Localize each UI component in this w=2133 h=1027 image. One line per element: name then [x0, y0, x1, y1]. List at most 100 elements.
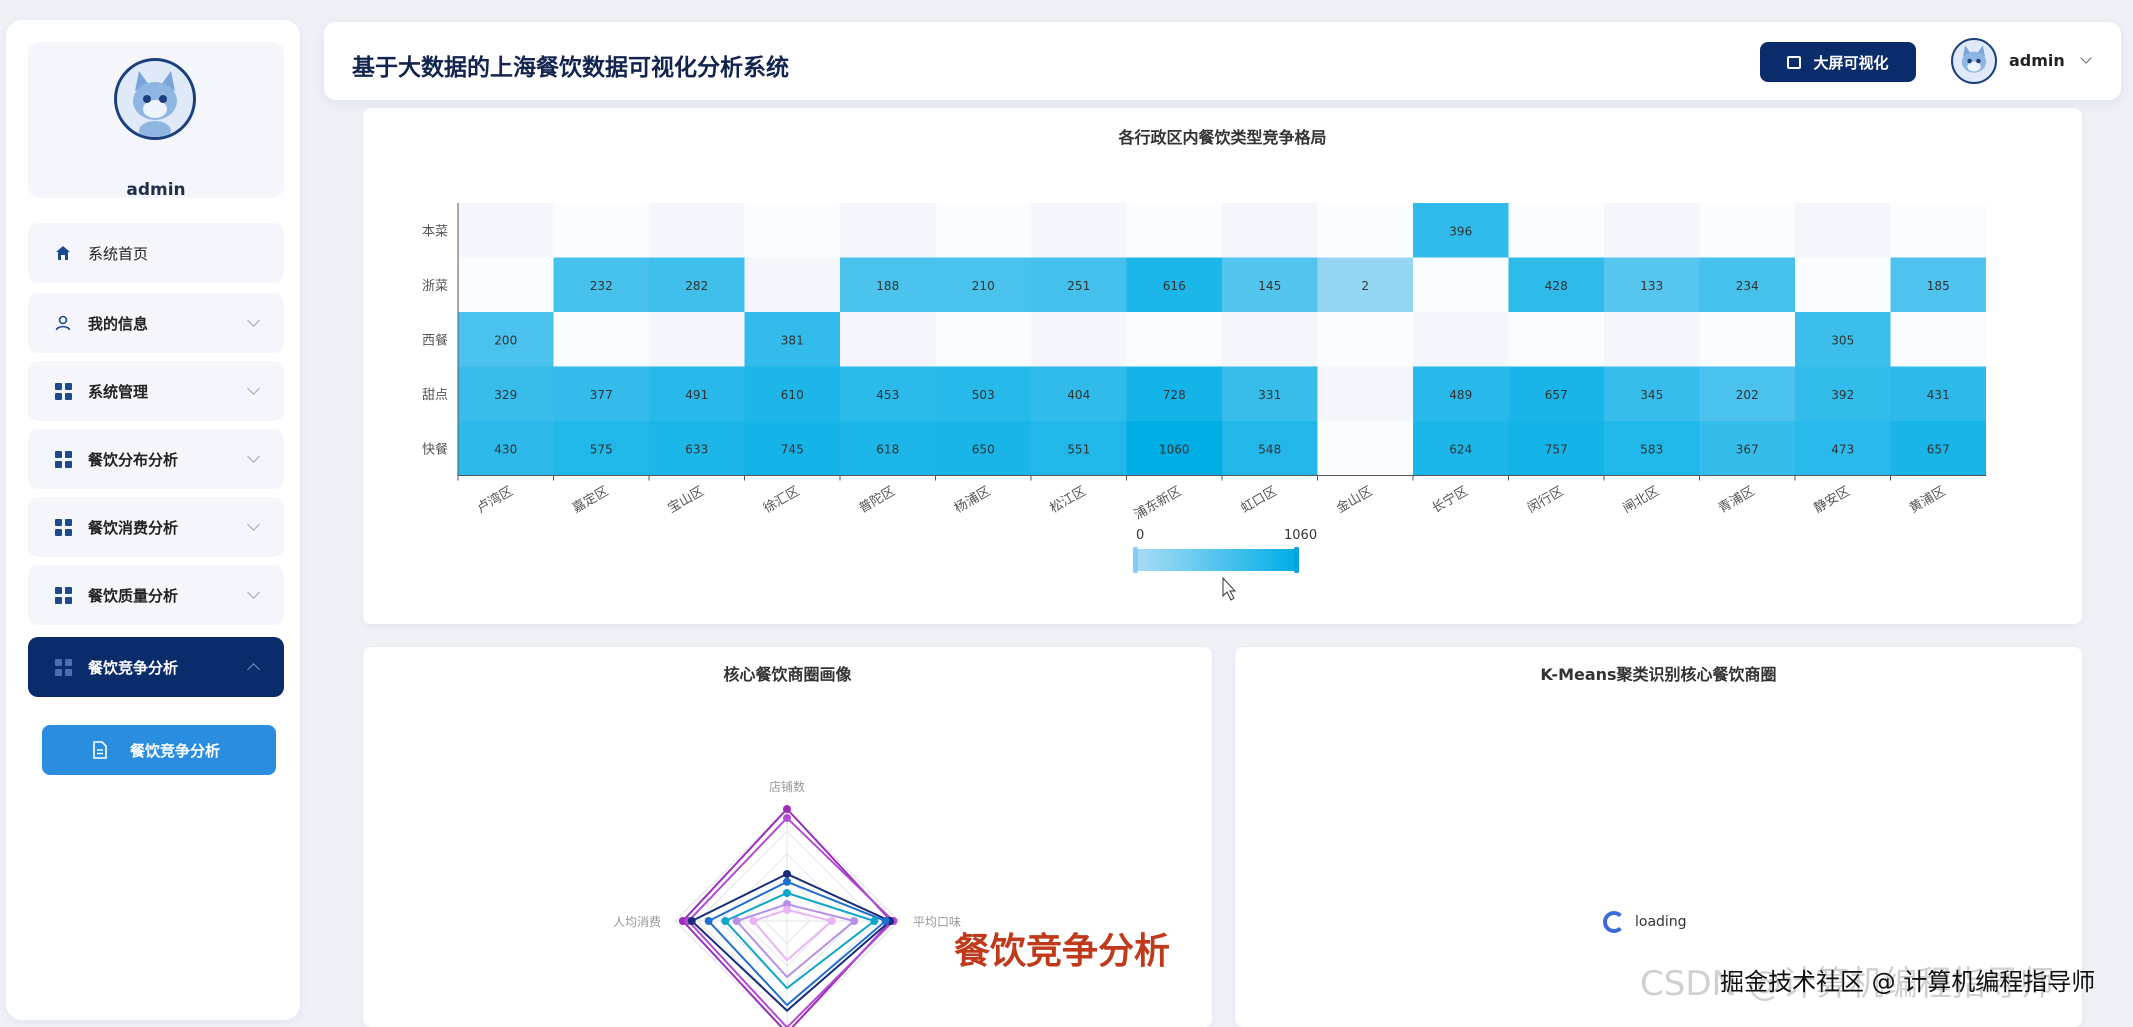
x-tick-label: 徐汇区 [761, 484, 802, 516]
chevron-down-icon [247, 518, 260, 531]
heatmap-empty-cell [1413, 312, 1509, 367]
big-screen-button[interactable]: 大屏可视化 [1760, 42, 1916, 82]
heatmap-empty-cell [935, 203, 1031, 258]
sidebar-item-system-management[interactable]: 系统管理 [28, 361, 284, 421]
heatmap-empty-cell [1031, 312, 1127, 367]
heatmap-cell-label: 210 [972, 279, 995, 293]
loading-indicator: loading [1603, 911, 1687, 933]
radar-point [783, 813, 791, 822]
heatmap-empty-cell [649, 312, 745, 367]
sidebar-item-competition-analysis[interactable]: 餐饮竞争分析 [28, 637, 284, 697]
big-screen-button-label: 大屏可视化 [1813, 53, 1889, 72]
grid-icon [54, 382, 72, 400]
heatmap-empty-cell [1222, 312, 1318, 367]
heatmap-cell-label: 503 [972, 388, 995, 402]
heatmap-empty-cell [1795, 203, 1891, 258]
y-tick-label: 本菜 [422, 224, 448, 239]
heatmap-empty-cell [1508, 203, 1604, 258]
sidebar-item-consumption-analysis[interactable]: 餐饮消费分析 [28, 497, 284, 557]
radar-point [704, 917, 713, 925]
heatmap-cell-label: 251 [1067, 279, 1090, 293]
document-icon [92, 741, 108, 763]
radar-point [721, 917, 730, 925]
heatmap-cell-label: 345 [1640, 388, 1663, 402]
radar-point [783, 877, 791, 886]
grid-icon [54, 518, 72, 536]
sidebar-item-my-info[interactable]: 我的信息 [28, 293, 284, 353]
heatmap-empty-cell [458, 203, 554, 258]
heatmap-cell-label: 133 [1640, 279, 1663, 293]
header-avatar[interactable] [1951, 38, 1997, 84]
sidebar-item-label: 餐饮消费分析 [88, 518, 179, 537]
x-tick-label: 虹口区 [1238, 484, 1279, 516]
x-tick-label: 浦东新区 [1131, 483, 1184, 523]
submenu-item-competition-analysis[interactable]: 餐饮竞争分析 [42, 725, 276, 775]
heatmap-empty-cell [1795, 257, 1891, 312]
heatmap-empty-cell [1317, 203, 1413, 258]
heatmap-cell-label: 331 [1258, 388, 1281, 402]
heatmap-cell-label: 453 [876, 388, 899, 402]
sidebar: admin 系统首页 我的信息 系统管理 餐饮分布分析 餐饮消费分析 餐饮质量分… [6, 20, 300, 1020]
presentation-icon [1787, 55, 1802, 69]
y-tick-label: 浙菜 [422, 279, 448, 294]
radar-point [732, 917, 741, 925]
heatmap-cell-label: 202 [1736, 388, 1759, 402]
sidebar-item-quality-analysis[interactable]: 餐饮质量分析 [28, 565, 284, 625]
mouse-cursor-icon [1222, 576, 1237, 601]
radar-series-line [687, 816, 895, 1027]
heatmap-empty-cell [1317, 421, 1413, 476]
x-tick-label: 卢湾区 [474, 483, 516, 516]
radar-point [687, 917, 696, 925]
heatmap-cell-label: 583 [1640, 442, 1663, 456]
heatmap-empty-cell [744, 257, 840, 312]
heatmap-empty-cell [1890, 312, 1986, 367]
heatmap-cell-label: 185 [1927, 279, 1950, 293]
heatmap-cell-label: 367 [1736, 442, 1759, 456]
radar-point [827, 917, 836, 925]
sidebar-item-label: 餐饮质量分析 [88, 586, 179, 605]
chevron-down-icon[interactable] [2080, 52, 2092, 64]
heatmap-cell-label: 491 [685, 388, 708, 402]
caption-overlay: 餐饮竞争分析 [954, 931, 1171, 972]
submenu-item-label: 餐饮竞争分析 [130, 741, 221, 760]
x-tick-label: 嘉定区 [570, 484, 611, 516]
heatmap-cell-label: 757 [1545, 442, 1568, 456]
heatmap-empty-cell [1031, 203, 1127, 258]
x-tick-label: 宝山区 [665, 484, 706, 516]
page-title: 基于大数据的上海餐饮数据可视化分析系统 [352, 55, 789, 81]
sidebar-item-label: 系统首页 [88, 244, 149, 263]
heatmap-cell-label: 657 [1927, 442, 1950, 456]
y-tick-label: 快餐 [422, 441, 448, 457]
radar-point [783, 905, 791, 914]
heatmap-cell-label: 633 [685, 442, 708, 456]
x-tick-label: 静安区 [1811, 484, 1852, 516]
header-username[interactable]: admin [2009, 51, 2065, 70]
heatmap-cell-label: 575 [590, 442, 613, 456]
user-icon [54, 314, 72, 332]
x-tick-label: 金山区 [1333, 483, 1375, 516]
loading-text: loading [1635, 914, 1687, 930]
heatmap-empty-cell [1699, 203, 1795, 258]
radar-point [749, 917, 758, 925]
heatmap-empty-cell [1413, 257, 1509, 312]
avatar[interactable] [114, 58, 196, 140]
grid-icon [54, 450, 72, 468]
heatmap-empty-cell [1604, 312, 1700, 367]
heatmap-empty-cell [553, 312, 649, 367]
heatmap-cell-label: 305 [1831, 333, 1854, 347]
profile-card: admin [28, 42, 284, 200]
heatmap-empty-cell [1317, 366, 1413, 421]
visual-map-min-label: 0 [1136, 528, 1144, 543]
heatmap-cell-label: 145 [1258, 279, 1281, 293]
heatmap-empty-cell [840, 312, 936, 367]
visual-map-max-label: 1060 [1284, 528, 1317, 543]
heatmap-empty-cell [744, 203, 840, 258]
heatmap-cell-label: 618 [876, 442, 899, 456]
heatmap-chart: 快餐 甜点 西餐 浙菜 本菜 430 575 633 745 618 650 551 1060 548 62… [422, 203, 1986, 601]
visual-map-handle-min [1133, 547, 1138, 573]
sidebar-item-distribution-analysis[interactable]: 餐饮分布分析 [28, 429, 284, 489]
chevron-down-icon [247, 450, 260, 463]
x-tick-label: 杨浦区 [952, 484, 993, 516]
visual-map-handle-max [1294, 547, 1299, 573]
sidebar-item-home[interactable]: 系统首页 [28, 223, 284, 283]
